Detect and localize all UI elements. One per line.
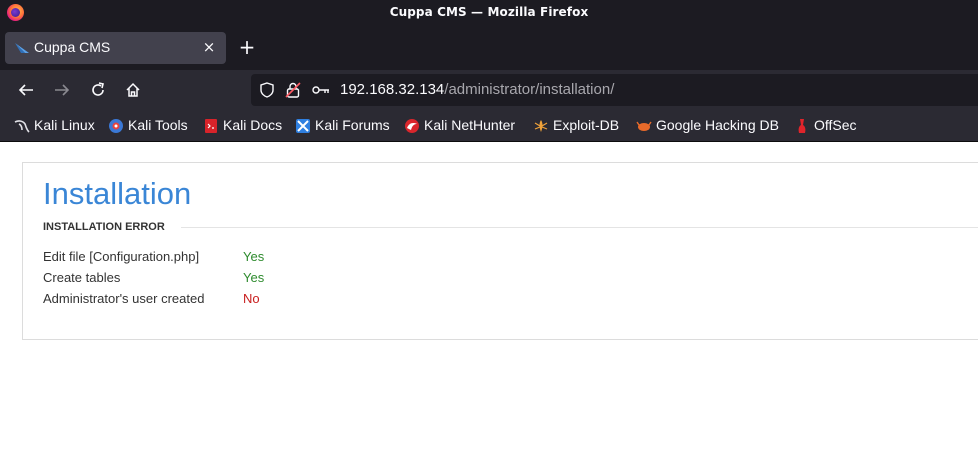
key-icon[interactable]	[312, 83, 330, 97]
installation-panel: Installation INSTALLATION ERROR Edit fil…	[22, 162, 978, 340]
tab-label: Cuppa CMS	[34, 39, 111, 55]
address-bar[interactable]: 192.168.32.134/administrator/installatio…	[251, 74, 978, 106]
offsec-icon	[798, 119, 806, 133]
forward-button[interactable]	[50, 78, 74, 102]
exploit-db-icon	[534, 120, 548, 132]
bookmark-label: Kali NetHunter	[424, 117, 516, 133]
url-host: 192.168.32.134	[340, 81, 445, 98]
arrow-left-icon	[18, 84, 33, 96]
status-value-ok: Yes	[243, 270, 265, 285]
back-button[interactable]	[14, 78, 38, 102]
kali-docs-icon	[205, 119, 217, 133]
window-title: Cuppa CMS — Mozilla Firefox	[389, 5, 589, 19]
kali-forums-icon	[296, 119, 310, 133]
cuppa-favicon-icon	[15, 43, 29, 53]
bookmark-label: Kali Docs	[223, 117, 283, 133]
url-path: /administrator/installation/	[444, 81, 615, 98]
ghdb-icon	[636, 121, 652, 131]
section-divider	[181, 227, 978, 228]
status-value-error: No	[243, 291, 260, 306]
tab-cuppa-cms[interactable]: Cuppa CMS ×	[5, 32, 226, 64]
bookmark-label: OffSec	[814, 117, 857, 133]
bookmark-label: Kali Forums	[315, 117, 390, 133]
bookmarks-toolbar: Kali Linux Kali Tools Kali Docs Kali For…	[0, 110, 978, 142]
reload-icon	[92, 82, 104, 96]
status-label: Administrator's user created	[43, 291, 205, 306]
nethunter-icon	[405, 119, 419, 133]
kali-dragon-icon	[14, 120, 30, 133]
home-button[interactable]	[121, 78, 145, 102]
status-label: Edit file [Configuration.php]	[43, 249, 200, 264]
bookmark-label: Kali Tools	[128, 117, 188, 133]
bookmark-label: Exploit-DB	[553, 117, 620, 133]
kali-tools-icon	[109, 119, 123, 133]
tracking-protection-shield-icon[interactable]	[259, 82, 275, 98]
installation-error-heading: INSTALLATION ERROR	[43, 221, 165, 233]
reload-button[interactable]	[86, 78, 110, 102]
window-titlebar: Cuppa CMS — Mozilla Firefox	[0, 0, 978, 26]
url-text[interactable]: 192.168.32.134/administrator/installatio…	[340, 81, 614, 98]
status-label: Create tables	[43, 270, 121, 285]
status-value-ok: Yes	[243, 249, 265, 264]
close-icon[interactable]: ×	[201, 38, 217, 56]
home-icon	[126, 82, 140, 97]
tab-bar: Cuppa CMS × +	[0, 26, 978, 70]
page-title: Installation	[43, 176, 192, 211]
arrow-right-icon	[55, 84, 70, 96]
bookmark-label: Kali Linux	[34, 117, 95, 133]
insecure-lock-icon[interactable]	[285, 81, 301, 99]
navigation-toolbar: 192.168.32.134/administrator/installatio…	[0, 70, 978, 110]
bookmark-label: Google Hacking DB	[656, 117, 779, 133]
new-tab-button[interactable]: +	[236, 37, 258, 59]
page-content: Installation INSTALLATION ERROR Edit fil…	[0, 143, 978, 457]
